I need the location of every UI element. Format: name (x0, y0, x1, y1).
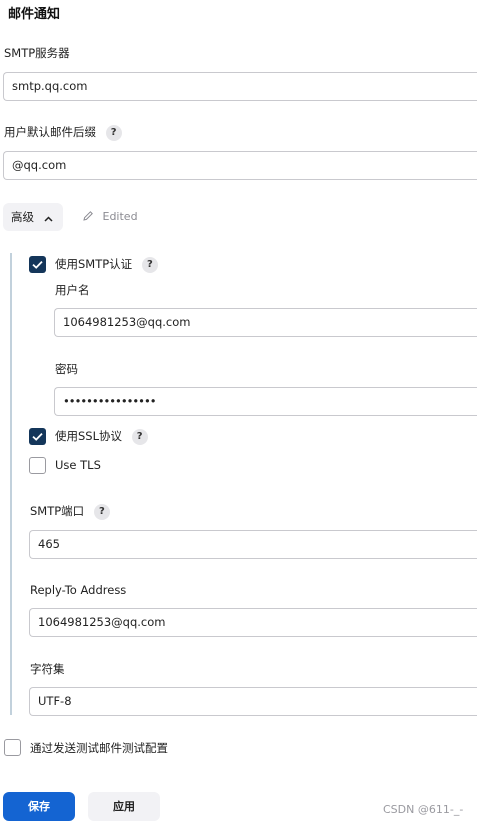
smtp-auth-checkbox[interactable] (29, 256, 46, 273)
smtp-auth-label: 使用SMTP认证 ? (55, 256, 158, 273)
edited-label: Edited (102, 210, 138, 223)
username-label: 用户名 (55, 283, 90, 297)
use-ssl-label-text: 使用SSL协议 (55, 429, 123, 443)
default-suffix-label-text: 用户默认邮件后缀 (4, 125, 96, 139)
test-config-label: 通过发送测试邮件测试配置 (30, 741, 168, 755)
save-button[interactable]: 保存 (3, 792, 75, 821)
edited-indicator: Edited (82, 210, 138, 225)
reply-to-input[interactable]: 1064981253@qq.com (29, 608, 477, 637)
watermark: CSDN @611-_- (383, 803, 464, 816)
charset-label: 字符集 (30, 662, 65, 676)
use-ssl-label: 使用SSL协议 ? (55, 428, 148, 445)
use-tls-checkbox[interactable] (29, 457, 46, 474)
use-tls-label: Use TLS (55, 458, 101, 472)
smtp-auth-label-text: 使用SMTP认证 (55, 257, 133, 271)
chevron-up-icon (44, 204, 53, 232)
smtp-server-label: SMTP服务器 (4, 46, 70, 60)
advanced-indent-line (10, 253, 12, 715)
smtp-port-label: SMTP端口 ? (30, 503, 110, 520)
reply-to-label: Reply-To Address (30, 583, 127, 597)
advanced-toggle-button[interactable]: 高级 (3, 203, 63, 231)
password-label: 密码 (55, 362, 78, 376)
smtp-server-input[interactable]: smtp.qq.com (3, 72, 477, 101)
section-title: 邮件通知 (8, 7, 61, 22)
username-input[interactable]: 1064981253@qq.com (54, 308, 477, 337)
smtp-port-input[interactable]: 465 (29, 530, 477, 559)
default-suffix-input[interactable]: @qq.com (3, 151, 477, 180)
help-icon[interactable]: ? (141, 256, 158, 273)
help-icon[interactable]: ? (105, 124, 122, 141)
use-ssl-checkbox[interactable] (29, 428, 46, 445)
charset-input[interactable]: UTF-8 (29, 687, 477, 716)
pencil-icon (82, 210, 94, 225)
advanced-label: 高级 (11, 210, 34, 224)
smtp-port-label-text: SMTP端口 (30, 504, 85, 518)
apply-button[interactable]: 应用 (88, 792, 160, 821)
password-input[interactable]: •••••••••••••••• (54, 387, 477, 416)
help-icon[interactable]: ? (93, 503, 110, 520)
test-config-checkbox[interactable] (4, 739, 21, 756)
help-icon[interactable]: ? (131, 428, 148, 445)
default-suffix-label: 用户默认邮件后缀 ? (4, 124, 122, 141)
